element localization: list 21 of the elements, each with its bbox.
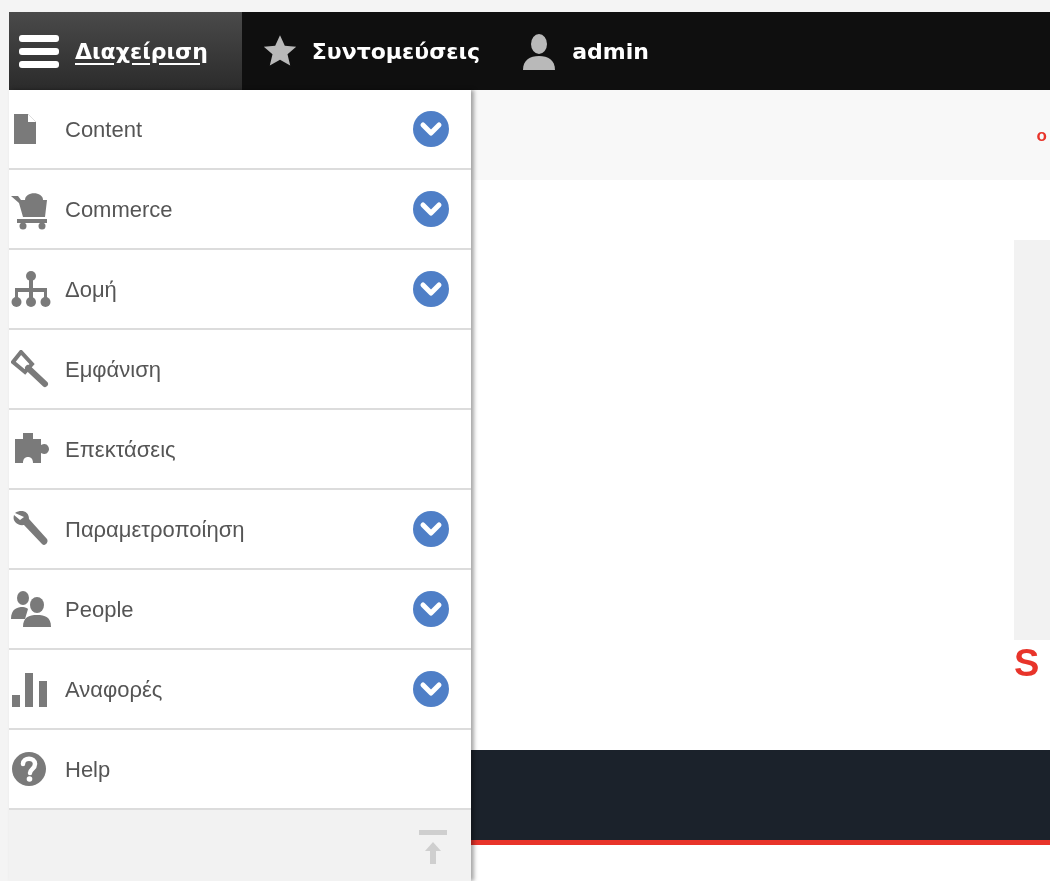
people-icon — [11, 589, 53, 629]
expand-icon[interactable] — [413, 191, 449, 227]
expand-icon[interactable] — [413, 591, 449, 627]
menu-item[interactable]: Δομή — [9, 250, 471, 330]
toolbar-tab[interactable]: admin — [500, 12, 669, 90]
menu-icon — [19, 33, 59, 69]
expand-icon[interactable] — [413, 271, 449, 307]
menu-item[interactable]: Commerce — [9, 170, 471, 250]
toolbar-tab[interactable]: Διαχείριση — [9, 12, 242, 90]
expand-icon[interactable] — [413, 111, 449, 147]
menu-item[interactable]: People — [9, 570, 471, 650]
menu-item[interactable]: Επεκτάσεις — [9, 410, 471, 490]
sitemap-icon — [11, 270, 51, 308]
heading: S — [1014, 641, 1041, 686]
header-text: o — [1036, 126, 1048, 144]
toolbar-tab[interactable]: Συντομεύσεις — [241, 12, 501, 90]
expand-icon[interactable] — [413, 511, 449, 547]
expand-icon[interactable] — [413, 671, 449, 707]
menu-item[interactable]: Αναφορές — [9, 650, 471, 730]
menu-item[interactable]: Content — [9, 90, 471, 170]
menu-item[interactable]: Παραμετροποίηση — [9, 490, 471, 570]
